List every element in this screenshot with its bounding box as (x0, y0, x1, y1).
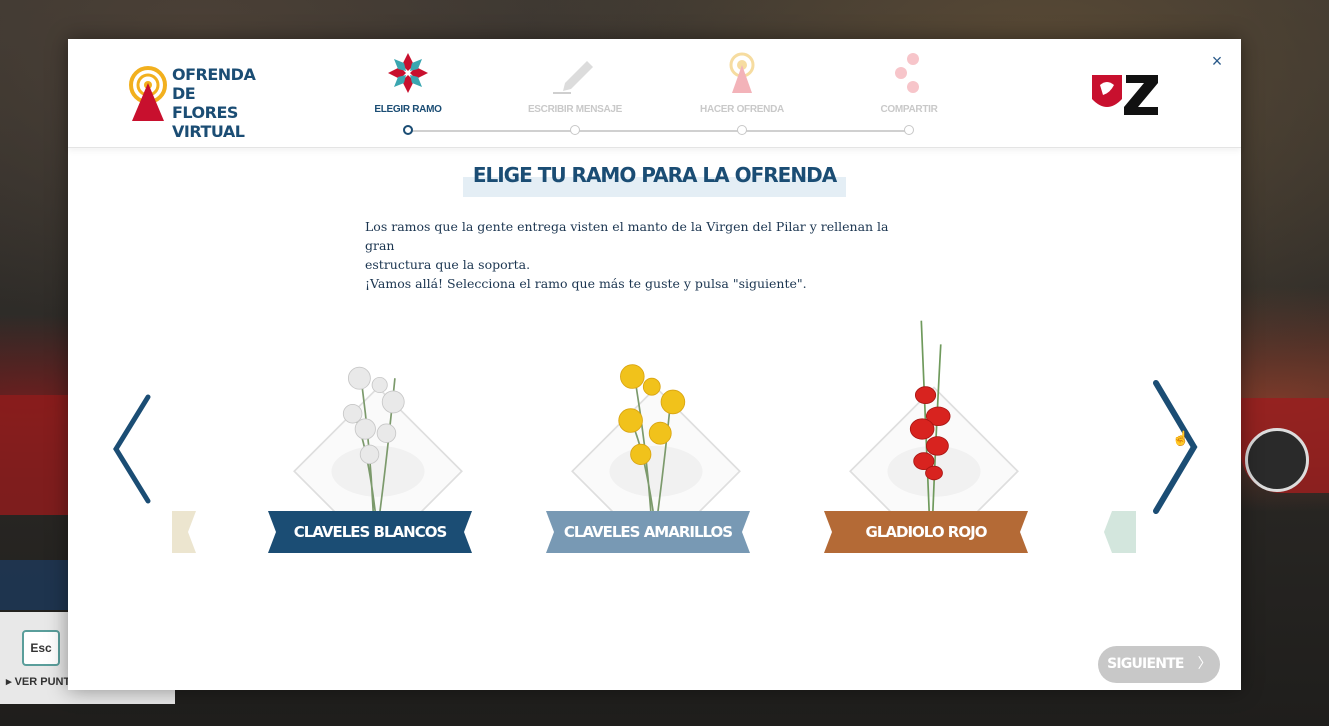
step-dot (570, 125, 580, 135)
flower-icon (388, 53, 428, 93)
scene-decoration (0, 560, 68, 610)
bouquet-card[interactable]: GLADIOLO ROJO (824, 319, 1044, 579)
pencil-icon (553, 61, 593, 94)
prev-arrow-icon[interactable] (108, 391, 156, 507)
virgin-icon (729, 52, 755, 93)
step-make-offering[interactable]: HACER OFRENDA (682, 49, 802, 115)
intro-text: Los ramos que la gente entrega visten el… (365, 217, 905, 293)
white-carnation-image (293, 366, 463, 539)
logo-line: OFRENDA (172, 65, 256, 84)
pointer-icon: ▸ (6, 676, 15, 688)
next-arrow-icon[interactable] (1148, 377, 1204, 517)
step-choose-bouquet[interactable]: ELEGIR RAMO (348, 49, 468, 115)
step-dot (904, 125, 914, 135)
step-label: ESCRIBIR MENSAJE (527, 104, 623, 115)
intro-line: estructura que la soporta. (365, 257, 531, 272)
logo-line: VIRTUAL (172, 122, 245, 141)
bouquet-card-partial (172, 511, 196, 553)
progress-line (408, 130, 908, 132)
page-title: ELIGE TU RAMO PARA LA OFRENDA (472, 163, 837, 187)
modal-header: OFRENDA DE FLORES VIRTUAL ELEGIR RAMO ES… (68, 39, 1241, 148)
scene-clock (1245, 428, 1309, 492)
logo-text: OFRENDA DE FLORES VIRTUAL (172, 65, 258, 141)
share-icon (895, 53, 919, 93)
step-label: HACER OFRENDA (700, 104, 784, 115)
step-label: COMPARTIR (880, 104, 938, 115)
intro-line: Los ramos que la gente entrega visten el… (365, 219, 889, 253)
close-button[interactable]: × (1207, 51, 1227, 71)
offering-modal: OFRENDA DE FLORES VIRTUAL ELEGIR RAMO ES… (68, 39, 1241, 690)
step-dot (737, 125, 747, 135)
bouquet-card-partial (1104, 511, 1136, 553)
intro-line: ¡Vamos allá! Selecciona el ramo que más … (365, 276, 807, 291)
red-gladiolus-image (849, 320, 1019, 539)
next-button-label: SIGUIENTE (1107, 656, 1184, 672)
bouquet-name: GLADIOLO ROJO (865, 523, 988, 541)
next-button[interactable]: SIGUIENTE 〉 (1098, 646, 1220, 683)
bouquet-name: CLAVELES AMARILLOS (563, 523, 733, 541)
esc-key-button[interactable]: Esc (22, 630, 60, 666)
bouquet-card[interactable]: CLAVELES BLANCOS (268, 319, 488, 579)
hand-cursor-icon: ☝ (1172, 430, 1190, 446)
step-progress: ELEGIR RAMO ESCRIBIR MENSAJE HACER OFREN… (368, 49, 938, 139)
bouquet-name: CLAVELES BLANCOS (293, 523, 448, 541)
scene-decoration (0, 395, 68, 515)
step-share[interactable]: COMPARTIR (849, 49, 969, 115)
step-write-message[interactable]: ESCRIBIR MENSAJE (515, 49, 635, 115)
logo-emblem-icon (129, 66, 167, 121)
app-logo: OFRENDA DE FLORES VIRTUAL (128, 65, 258, 141)
logo-line: DE FLORES (172, 84, 238, 122)
chevron-right-icon: 〉 (1197, 656, 1212, 672)
city-logo (1092, 75, 1158, 115)
yellow-carnation-image (571, 364, 741, 539)
bouquet-card[interactable]: CLAVELES AMARILLOS (546, 319, 766, 579)
step-dot-active (403, 125, 413, 135)
step-label: ELEGIR RAMO (374, 104, 442, 115)
